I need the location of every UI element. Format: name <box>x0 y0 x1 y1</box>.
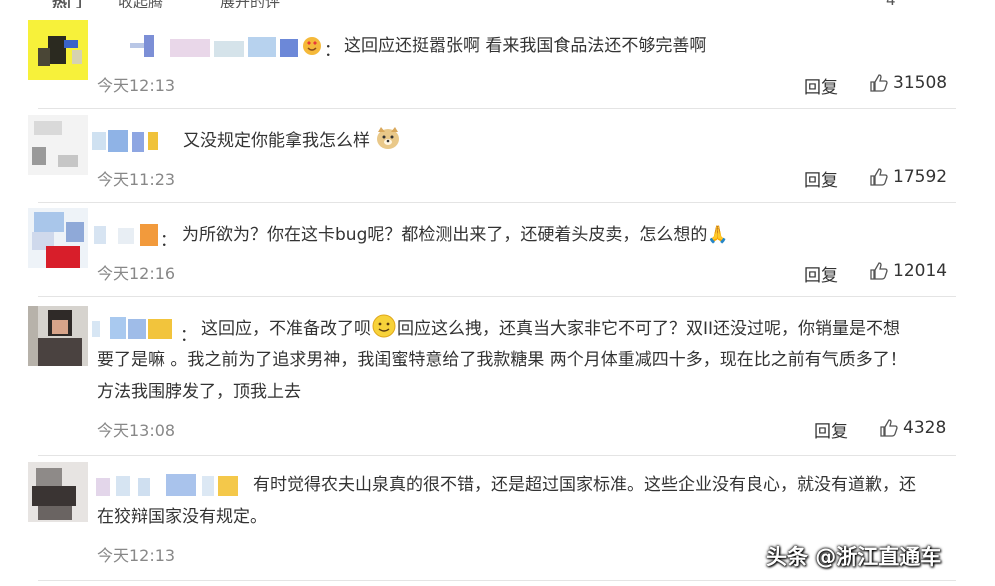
avatar[interactable] <box>28 20 88 80</box>
top-fragment: 4 <box>886 0 896 8</box>
thumbs-up-icon <box>870 74 888 92</box>
comment-text-line: 这回应，不准备改了呗 <box>201 319 371 339</box>
thumbs-up-icon <box>870 168 888 186</box>
comment-time: 今天11:23 <box>97 170 176 189</box>
divider <box>38 455 956 456</box>
comment-text-line: 要了是嘛 。我之前为了追求男神，我闺蜜特意给了我款糖果 两个月体重减四十多，现在… <box>97 350 907 370</box>
username[interactable] <box>92 128 162 154</box>
like-count: 31508 <box>893 73 948 93</box>
smile-hearts-emoji-icon <box>303 37 321 55</box>
username[interactable] <box>92 472 242 498</box>
comment-text: 这回应还挺嚣张啊 看来我国食品法还不够完善啊 <box>344 36 707 56</box>
avatar[interactable] <box>28 208 88 268</box>
reply-button[interactable]: 回复 <box>804 166 838 191</box>
comment-time: 今天12:13 <box>97 546 176 565</box>
comment-time: 今天13:08 <box>97 421 176 440</box>
comment-text: 又没规定你能拿我怎么样 <box>183 125 401 157</box>
like-count: 4328 <box>903 418 947 438</box>
like-count: 12014 <box>893 261 948 281</box>
comment-text-line: 方法我围脖发了，顶我上去 <box>97 382 301 402</box>
like-button[interactable]: 12014 <box>869 261 947 281</box>
comment-text-line: 在狡辩国家没有规定。 <box>97 507 267 527</box>
reply-button[interactable]: 回复 <box>804 73 838 98</box>
watermark: 头条 @浙江直通车 <box>766 545 942 569</box>
avatar[interactable] <box>28 115 88 175</box>
divider <box>38 296 956 297</box>
like-button[interactable]: 17592 <box>869 167 947 187</box>
top-fragment[interactable]: 展开的评 <box>220 0 280 8</box>
comment-text-line: 回应这么拽，还真当大家非它不可了？双II还没过呢，你销量是不想 <box>397 319 901 339</box>
colon-separator: ： <box>180 326 197 346</box>
divider <box>38 108 956 109</box>
comment-time: 今天12:16 <box>97 264 176 283</box>
divider <box>38 580 956 581</box>
reply-button[interactable]: 回复 <box>814 417 848 442</box>
username[interactable] <box>92 222 162 248</box>
cropped-top-strip: 热门 收起腾 展开的评 4 <box>0 0 995 8</box>
comment-text-line: 这回应，不准备改了呗 回应这么拽，还真当大家非它不可了？双II还没过呢，你销量是… <box>201 313 900 345</box>
like-button[interactable]: 31508 <box>869 73 947 93</box>
avatar[interactable] <box>28 306 88 366</box>
top-fragment: 热门 <box>52 0 82 8</box>
comment-text-line: 又没规定你能拿我怎么样 <box>183 131 370 151</box>
comment-text-line: 有时觉得农夫山泉真的很不错，还是超过国家标准。这些企业没有良心，就没有道歉，还 <box>253 475 916 495</box>
username[interactable] <box>92 315 182 341</box>
comment-text: 为所欲为？你在这卡bug呢？都检测出来了，还硬着头皮卖，怎么想的🙏 <box>182 225 729 245</box>
username[interactable] <box>130 33 322 59</box>
top-fragment[interactable]: 收起腾 <box>118 0 163 8</box>
thumbs-up-icon <box>880 419 898 437</box>
doge-emoji-icon <box>377 127 400 149</box>
reply-button[interactable]: 回复 <box>804 261 838 286</box>
avatar[interactable] <box>28 462 88 522</box>
smile-emoji-icon <box>372 314 396 338</box>
thumbs-up-icon <box>870 262 888 280</box>
comment-time: 今天12:13 <box>97 76 176 95</box>
colon-separator: ： <box>160 231 177 251</box>
divider <box>38 202 956 203</box>
colon-separator: ： <box>324 41 341 61</box>
like-count: 17592 <box>893 167 948 187</box>
like-button[interactable]: 4328 <box>879 418 946 438</box>
